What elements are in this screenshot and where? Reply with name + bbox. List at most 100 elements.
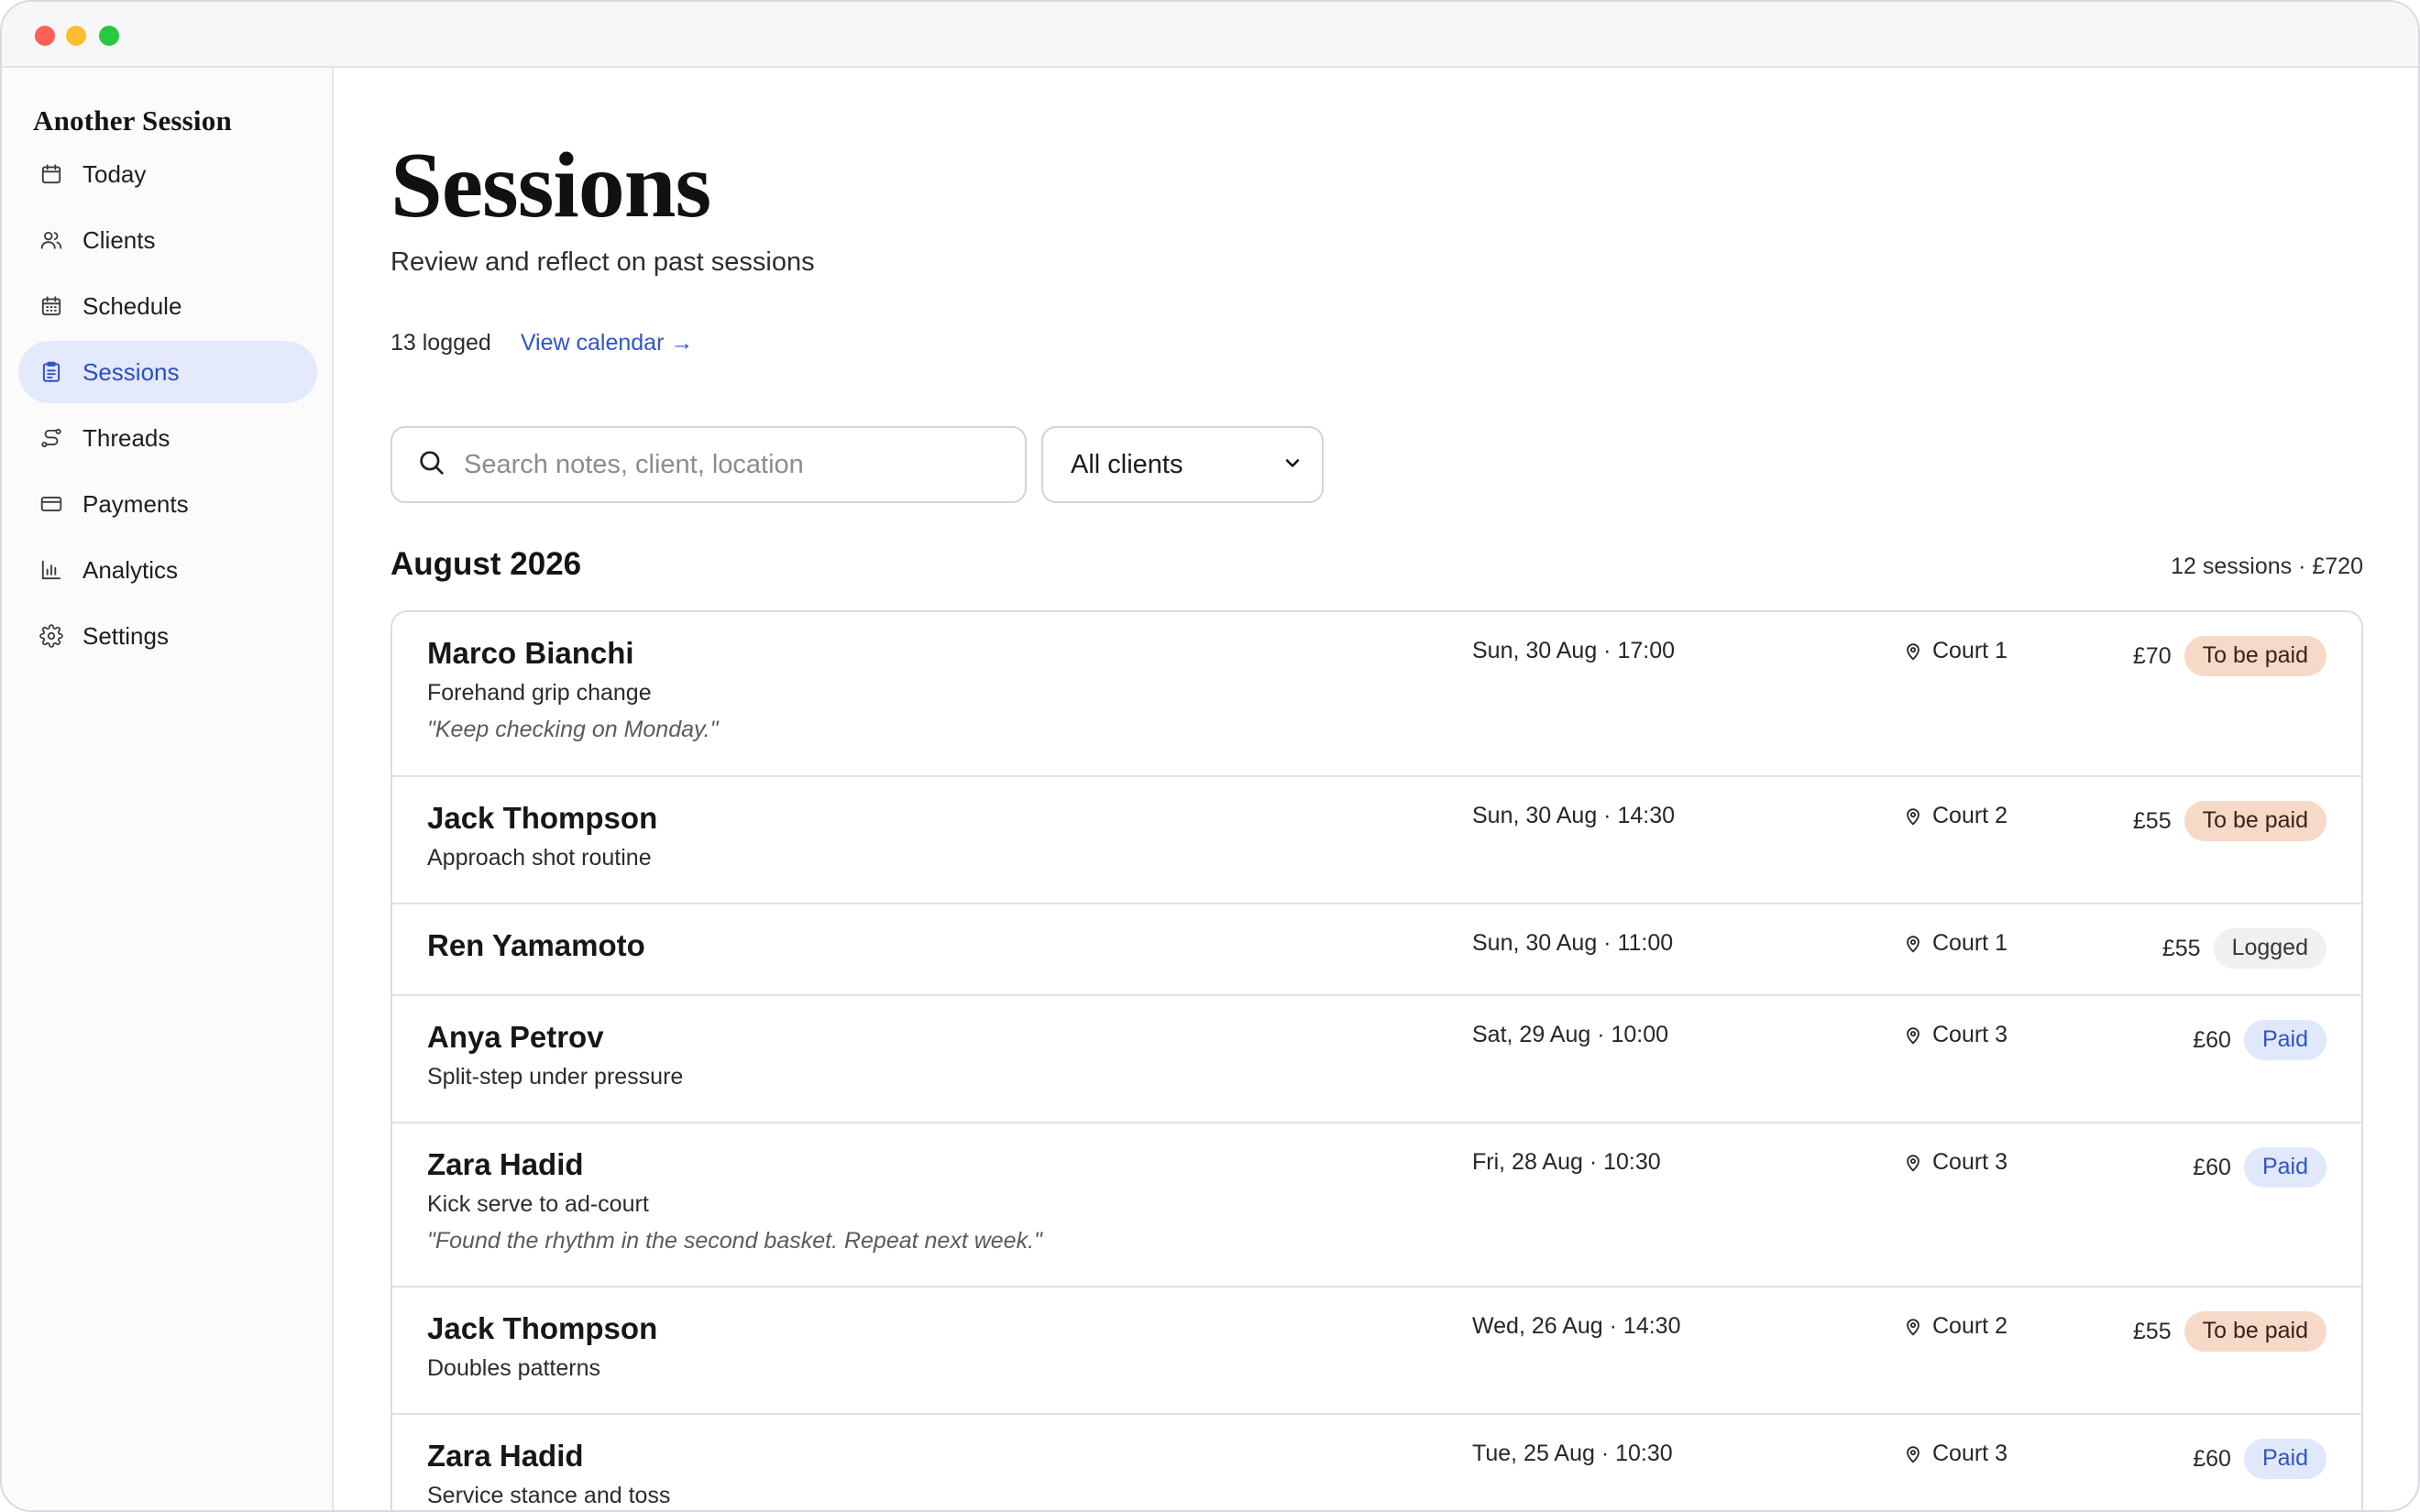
close-window-button[interactable] (35, 26, 55, 46)
session-location: Court 1 (1903, 638, 2008, 664)
sessions-meta: 13 logged View calendar → (390, 330, 693, 356)
search-icon (416, 447, 447, 483)
session-row[interactable]: Zara Hadid Kick serve to ad-court "Found… (392, 1123, 2361, 1287)
logged-count: 13 logged (390, 330, 491, 356)
session-focus: Split-step under pressure (427, 1064, 684, 1090)
status-badge: Paid (2243, 1020, 2326, 1060)
session-note: "Keep checking on Monday." (427, 717, 719, 742)
sidebar-item-threads[interactable]: Threads (18, 407, 317, 469)
status-badge: Paid (2243, 1439, 2326, 1479)
search-input[interactable] (464, 449, 977, 480)
session-payment: £60 Paid (2193, 1147, 2326, 1188)
sidebar-item-sessions[interactable]: Sessions (18, 341, 317, 403)
route-icon (38, 425, 64, 451)
main-content: Sessions Review and reflect on past sess… (336, 68, 2418, 1510)
minimize-window-button[interactable] (66, 26, 86, 46)
credit-card-icon (38, 491, 64, 517)
session-focus: Service stance and toss (427, 1483, 671, 1508)
sidebar-item-label: Schedule (82, 291, 182, 320)
session-client-name: Marco Bianchi (427, 636, 634, 670)
location-label: Court 3 (1932, 1441, 2008, 1466)
map-pin-icon (1903, 934, 1923, 954)
session-price: £60 (2193, 1445, 2231, 1472)
maximize-window-button[interactable] (99, 26, 119, 46)
session-location: Court 3 (1903, 1149, 2008, 1176)
session-datetime: Wed, 26 Aug · 14:30 (1472, 1313, 1681, 1339)
session-row[interactable]: Zara Hadid Service stance and toss Tue, … (392, 1415, 2361, 1510)
sidebar-item-label: Clients (82, 225, 156, 254)
location-label: Court 3 (1932, 1022, 2008, 1047)
session-price: £60 (2193, 1154, 2231, 1180)
sidebar-item-today[interactable]: Today (18, 143, 317, 205)
sidebar-item-clients[interactable]: Clients (18, 209, 317, 271)
session-client-name: Jack Thompson (427, 801, 658, 835)
session-datetime: Sun, 30 Aug · 14:30 (1472, 803, 1676, 828)
sidebar-item-settings[interactable]: Settings (18, 605, 317, 667)
map-pin-icon (1903, 1317, 1923, 1337)
session-price: £60 (2193, 1026, 2231, 1053)
session-payment: £55 To be paid (2133, 801, 2326, 841)
session-focus: Forehand grip change (427, 680, 652, 706)
sidebar-item-schedule[interactable]: Schedule (18, 275, 317, 337)
gear-icon (38, 623, 64, 649)
session-datetime: Fri, 28 Aug · 10:30 (1472, 1149, 1661, 1175)
session-row[interactable]: Marco Bianchi Forehand grip change "Keep… (392, 612, 2361, 777)
page-title: Sessions (390, 134, 711, 237)
status-badge: To be paid (2184, 636, 2326, 676)
sidebar-item-payments[interactable]: Payments (18, 473, 317, 535)
sidebar-item-label: Payments (82, 489, 189, 518)
session-location: Court 3 (1903, 1441, 2008, 1467)
client-filter-select[interactable]: All clients (1041, 426, 1324, 503)
session-payment: £70 To be paid (2133, 636, 2326, 676)
session-row[interactable]: Jack Thompson Approach shot routine Sun,… (392, 777, 2361, 904)
map-pin-icon (1903, 1444, 1923, 1464)
session-client-name: Anya Petrov (427, 1020, 604, 1054)
session-location: Court 3 (1903, 1022, 2008, 1048)
sidebar-item-label: Sessions (82, 357, 180, 386)
session-row[interactable]: Anya Petrov Split-step under pressure Sa… (392, 996, 2361, 1123)
status-badge: To be paid (2184, 801, 2326, 841)
sidebar: Another Session Today Clients Schedule S… (2, 68, 334, 1510)
session-client-name: Jack Thompson (427, 1311, 658, 1345)
session-price: £55 (2132, 807, 2172, 834)
session-focus: Doubles patterns (427, 1355, 601, 1381)
sidebar-item-label: Today (82, 159, 147, 188)
session-price: £70 (2132, 642, 2172, 669)
month-heading: August 2026 (390, 546, 582, 582)
session-datetime: Sun, 30 Aug · 17:00 (1472, 638, 1676, 663)
session-note: "Found the rhythm in the second basket. … (427, 1228, 1042, 1254)
bar-chart-icon (38, 557, 64, 583)
session-payment: £55 Logged (2162, 928, 2326, 969)
map-pin-icon (1903, 641, 1923, 662)
location-label: Court 2 (1932, 803, 2008, 828)
sidebar-item-analytics[interactable]: Analytics (18, 539, 317, 601)
title-bar (2, 2, 2418, 68)
session-focus: Kick serve to ad-court (427, 1191, 649, 1217)
session-datetime: Sun, 30 Aug · 11:00 (1472, 930, 1674, 956)
session-client-name: Zara Hadid (427, 1147, 584, 1181)
users-icon (38, 227, 64, 253)
session-payment: £55 To be paid (2133, 1311, 2326, 1352)
session-focus: Approach shot routine (427, 845, 652, 871)
sidebar-item-label: Threads (82, 423, 170, 452)
session-location: Court 2 (1903, 803, 2008, 829)
session-payment: £60 Paid (2193, 1439, 2326, 1479)
session-row[interactable]: Jack Thompson Doubles patterns Wed, 26 A… (392, 1287, 2361, 1415)
session-client-name: Ren Yamamoto (427, 928, 645, 962)
brand-name: Another Session (33, 104, 232, 137)
view-calendar-link[interactable]: View calendar → (521, 330, 694, 356)
calendar-grid-icon (38, 293, 64, 319)
chevron-down-icon (1283, 454, 1302, 477)
session-client-name: Zara Hadid (427, 1439, 584, 1473)
calendar-day-icon (38, 161, 64, 187)
status-badge: To be paid (2184, 1311, 2326, 1352)
sidebar-item-label: Analytics (82, 555, 179, 584)
search-field[interactable] (390, 426, 1027, 503)
location-label: Court 3 (1932, 1149, 2008, 1175)
location-label: Court 1 (1932, 638, 2008, 663)
location-label: Court 1 (1932, 930, 2008, 956)
session-row[interactable]: Ren Yamamoto Sun, 30 Aug · 11:00 Court 1… (392, 904, 2361, 996)
sidebar-item-label: Settings (82, 621, 169, 650)
page-subtitle: Review and reflect on past sessions (390, 247, 815, 277)
session-price: £55 (2162, 935, 2201, 961)
